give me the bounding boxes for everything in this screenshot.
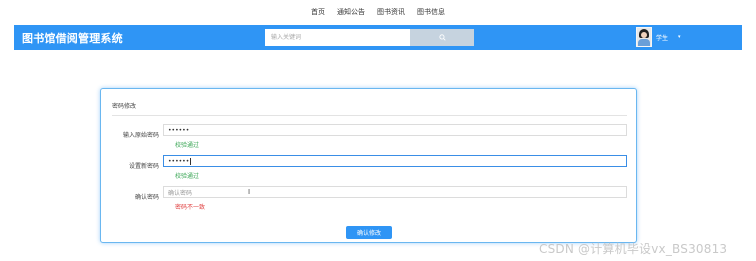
new-password-value: •••••• xyxy=(168,157,190,165)
confirm-change-button[interactable]: 确认修改 xyxy=(346,226,392,239)
nav-book-info[interactable]: 图书信息 xyxy=(417,7,445,17)
old-password-label: 输入原始密码 xyxy=(122,132,159,139)
confirm-password-placeholder: 确认密码 xyxy=(168,189,193,197)
form-title: 密码修改 xyxy=(112,103,137,110)
divider xyxy=(112,115,627,116)
confirm-password-label: 确认密码 xyxy=(134,194,159,201)
confirm-password-field[interactable]: 确认密码 I xyxy=(163,186,627,198)
user-name: 学生 xyxy=(656,34,669,42)
nav-notices[interactable]: 通知公告 xyxy=(337,7,365,17)
watermark: CSDN @计算机毕设vx_BS30813 xyxy=(539,242,728,256)
nav-book-news[interactable]: 图书资讯 xyxy=(377,7,405,17)
confirm-password-message: 密码不一致 xyxy=(175,204,206,211)
search-button[interactable] xyxy=(410,29,474,46)
search-input[interactable] xyxy=(265,29,410,46)
old-password-message: 校验通过 xyxy=(175,142,200,149)
avatar xyxy=(636,27,652,47)
user-menu[interactable]: 学生 ▾ xyxy=(636,27,681,47)
top-nav: 首页 通知公告 图书资讯 图书信息 xyxy=(0,0,756,24)
old-password-value: •••••• xyxy=(168,126,190,134)
new-password-message: 校验通过 xyxy=(175,173,200,180)
header-bar: 图书馆借阅管理系统 学生 ▾ xyxy=(14,25,742,50)
new-password-field[interactable]: •••••• xyxy=(163,155,627,167)
password-form-card: 密码修改 输入原始密码 •••••• 校验通过 设置新密码 •••••• 校验通… xyxy=(100,88,637,243)
search-bar xyxy=(265,29,474,46)
old-password-field[interactable]: •••••• xyxy=(163,124,627,136)
nav-home[interactable]: 首页 xyxy=(311,7,325,17)
app-title: 图书馆借阅管理系统 xyxy=(22,32,123,45)
new-password-label: 设置新密码 xyxy=(128,163,159,170)
chevron-down-icon: ▾ xyxy=(678,34,681,40)
search-icon xyxy=(438,34,446,41)
text-cursor-icon: I xyxy=(248,188,251,196)
